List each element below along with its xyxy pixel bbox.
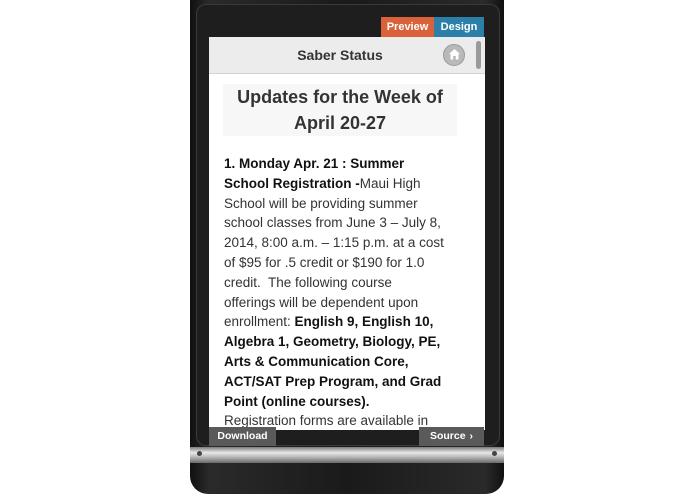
article-line-text: School will be providing summer [224, 195, 418, 211]
article-line: Arts & Communication Core, [224, 352, 464, 372]
article-line: Point (online courses). [224, 392, 464, 412]
app-screen: Saber Status Updates for the Week of Apr… [209, 37, 485, 430]
article-line: 1. Monday Apr. 21 : Summer [224, 154, 464, 174]
article-line-bold: Algebra 1, Geometry, Biology, PE, [224, 334, 441, 350]
article-line-bold: 1. Monday Apr. 21 : Summer [224, 156, 405, 171]
article-line-text: enrollment: [224, 314, 295, 330]
tab-design[interactable]: Design [434, 17, 484, 37]
article-line: 2014, 8:00 a.m. – 1:15 p.m. at a cost [224, 233, 464, 253]
home-button[interactable] [443, 44, 465, 66]
headline-box: Updates for the Week of April 20-27 [223, 84, 457, 136]
article-line: ACT/SAT Prep Program, and Grad [224, 372, 464, 392]
article-line-text: of $95 for .5 credit or $190 for 1.0 [224, 254, 425, 270]
article-line: Algebra 1, Geometry, Biology, PE, [224, 332, 464, 352]
phone-chrome-bar [190, 447, 504, 463]
source-label: Source [429, 430, 466, 442]
article-line-text: school classes from June 3 – July 8, [224, 215, 441, 231]
stage: Preview Design Saber Status Updates for … [0, 0, 695, 494]
app-header: Saber Status [209, 37, 485, 74]
tab-preview[interactable]: Preview [381, 17, 434, 37]
chevron-right-icon: › [469, 430, 474, 442]
article-line-text: Maui High [359, 175, 421, 191]
article-line-text: offerings will be dependent upon [224, 294, 419, 310]
headline-line-2: April 20-27 [293, 113, 387, 133]
home-icon [449, 49, 460, 60]
article-line-bold: School Registration - [224, 175, 360, 191]
page-title: Saber Status [297, 47, 383, 63]
article-line: of $95 for .5 credit or $190 for 1.0 [224, 253, 464, 273]
article-line: offerings will be dependent upon [224, 293, 464, 313]
scrollbar[interactable] [476, 41, 481, 69]
article-line-bold: English 9, English 10, [294, 314, 434, 330]
article-line-bold: Point (online courses). [224, 393, 370, 409]
article-line: credit. The following course [224, 273, 464, 293]
article-line: enrollment: English 9, English 10, [224, 312, 464, 332]
screw-right-icon [492, 451, 497, 456]
download-button[interactable]: Download [209, 427, 276, 446]
article-line-text: credit. The following course [224, 274, 392, 290]
article-line: School Registration -Maui High [224, 174, 464, 194]
headline-line-1: Updates for the Week of [237, 87, 443, 107]
main-content: Updates for the Week of April 20-27 1. M… [209, 74, 485, 430]
screw-left-icon [197, 451, 202, 456]
article-line-bold: ACT/SAT Prep Program, and Grad [224, 373, 442, 389]
article-body: 1. Monday Apr. 21 : Summer School Registr… [224, 154, 464, 430]
article-line: School will be providing summer [224, 194, 464, 214]
article-line: school classes from June 3 – July 8, [224, 213, 464, 233]
source-button[interactable]: Source › [419, 427, 484, 446]
article-line-text: 2014, 8:00 a.m. – 1:15 p.m. at a cost [224, 235, 444, 251]
article-line-bold: Arts & Communication Core, [224, 353, 409, 369]
